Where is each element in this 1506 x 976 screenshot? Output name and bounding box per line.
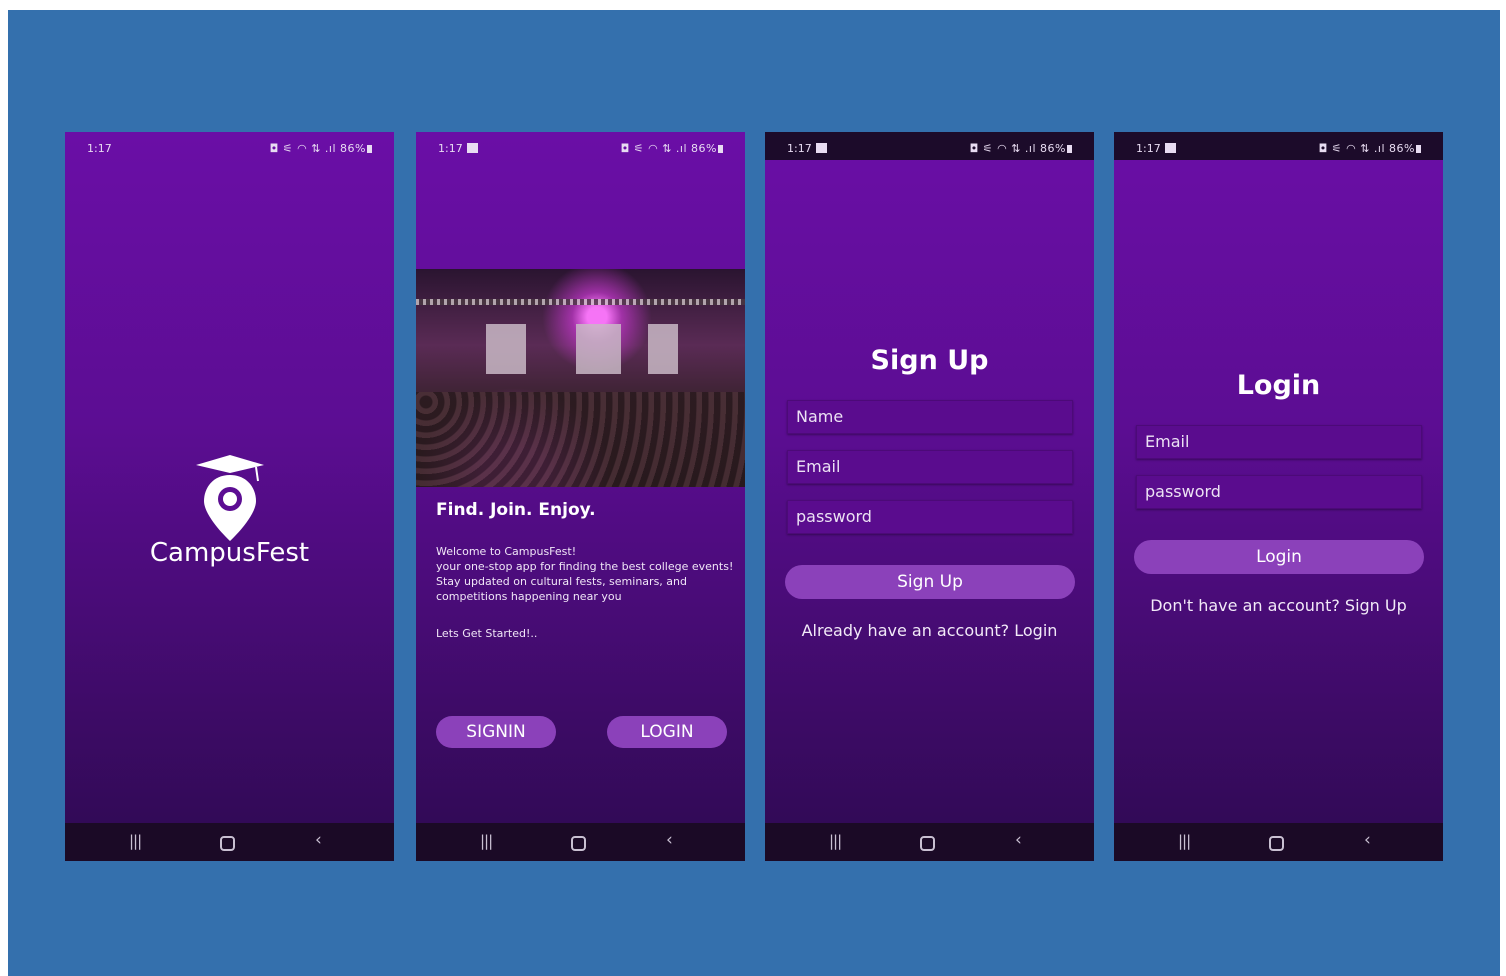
recent-apps-icon[interactable]: ||| [480, 832, 493, 850]
recent-apps-icon[interactable]: ||| [1178, 832, 1191, 850]
status-bar: 1:17 ◘ ⚟ ◠ ⇅ .ıl 86% [65, 132, 394, 160]
name-field[interactable]: Name [787, 400, 1073, 434]
stage-screen [486, 324, 526, 374]
back-icon[interactable]: ‹ [315, 830, 322, 850]
email-field[interactable]: Email [1136, 425, 1422, 459]
battery-level: 86% [1040, 142, 1066, 155]
stage-truss [416, 299, 745, 305]
onboarding-headline: Find. Join. Enjoy. [436, 500, 596, 520]
status-indicators: ◘ ⚟ ◠ ⇅ .ıl 86% [970, 142, 1072, 155]
battery-icon [1067, 145, 1072, 153]
status-indicators: ◘ ⚟ ◠ ⇅ .ıl 86% [270, 142, 372, 155]
status-indicators: ◘ ⚟ ◠ ⇅ .ıl 86% [1319, 142, 1421, 155]
system-nav-bar: ||| ‹ [65, 823, 394, 861]
image-notification-icon [1164, 143, 1176, 153]
image-notification-icon [466, 143, 478, 153]
system-nav-bar: ||| ‹ [416, 823, 745, 861]
graduation-pin-logo-icon [196, 455, 264, 541]
back-icon[interactable]: ‹ [666, 830, 673, 850]
email-field[interactable]: Email [787, 450, 1073, 484]
concert-hero-image [416, 269, 745, 487]
signup-link[interactable]: Don't have an account? Sign Up [1114, 596, 1443, 615]
splash-screen: 1:17 ◘ ⚟ ◠ ⇅ .ıl 86% CampusFest ||| ‹ [65, 132, 394, 861]
status-bar: 1:17 ◘ ⚟ ◠ ⇅ .ıl 86% [416, 132, 745, 160]
login-screen: 1:17 ◘ ⚟ ◠ ⇅ .ıl 86% Login Email passwor… [1114, 132, 1443, 861]
get-started-text: Lets Get Started!.. [436, 627, 538, 640]
crowd [416, 392, 745, 487]
signup-screen: 1:17 ◘ ⚟ ◠ ⇅ .ıl 86% Sign Up Name Email … [765, 132, 1094, 861]
login-button[interactable]: LOGIN [607, 716, 727, 748]
battery-icon [367, 145, 372, 153]
home-icon[interactable] [220, 836, 235, 851]
battery-level: 86% [1389, 142, 1415, 155]
system-nav-bar: ||| ‹ [765, 823, 1094, 861]
status-time: 1:17 [1136, 142, 1176, 155]
password-field[interactable]: password [1136, 475, 1422, 509]
image-notification-icon [815, 143, 827, 153]
welcome-text: Welcome to CampusFest! your one-stop app… [436, 545, 734, 603]
password-field[interactable]: password [787, 500, 1073, 534]
system-nav-bar: ||| ‹ [1114, 823, 1443, 861]
status-indicators: ◘ ⚟ ◠ ⇅ .ıl 86% [621, 142, 723, 155]
stage-screen [648, 324, 678, 374]
onboarding-screen: 1:17 ◘ ⚟ ◠ ⇅ .ıl 86% Find. Join. Enjoy. … [416, 132, 745, 861]
battery-level: 86% [340, 142, 366, 155]
status-time: 1:17 [87, 142, 112, 155]
home-icon[interactable] [920, 836, 935, 851]
status-time: 1:17 [787, 142, 827, 155]
login-title: Login [1236, 370, 1321, 401]
back-icon[interactable]: ‹ [1015, 830, 1022, 850]
stage-screen [576, 324, 621, 374]
status-time: 1:17 [438, 142, 478, 155]
signup-button[interactable]: Sign Up [785, 565, 1075, 599]
back-icon[interactable]: ‹ [1364, 830, 1371, 850]
battery-icon [1416, 145, 1421, 153]
signup-title: Sign Up [870, 345, 989, 376]
home-icon[interactable] [1269, 836, 1284, 851]
login-link[interactable]: Already have an account? Login [765, 621, 1094, 640]
status-bar: 1:17 ◘ ⚟ ◠ ⇅ .ıl 86% [1114, 132, 1443, 160]
app-brand-name: CampusFest [149, 538, 310, 568]
signin-button[interactable]: SIGNIN [436, 716, 556, 748]
login-button[interactable]: Login [1134, 540, 1424, 574]
battery-level: 86% [691, 142, 717, 155]
home-icon[interactable] [571, 836, 586, 851]
status-bar: 1:17 ◘ ⚟ ◠ ⇅ .ıl 86% [765, 132, 1094, 160]
battery-icon [718, 145, 723, 153]
recent-apps-icon[interactable]: ||| [829, 832, 842, 850]
recent-apps-icon[interactable]: ||| [129, 832, 142, 850]
